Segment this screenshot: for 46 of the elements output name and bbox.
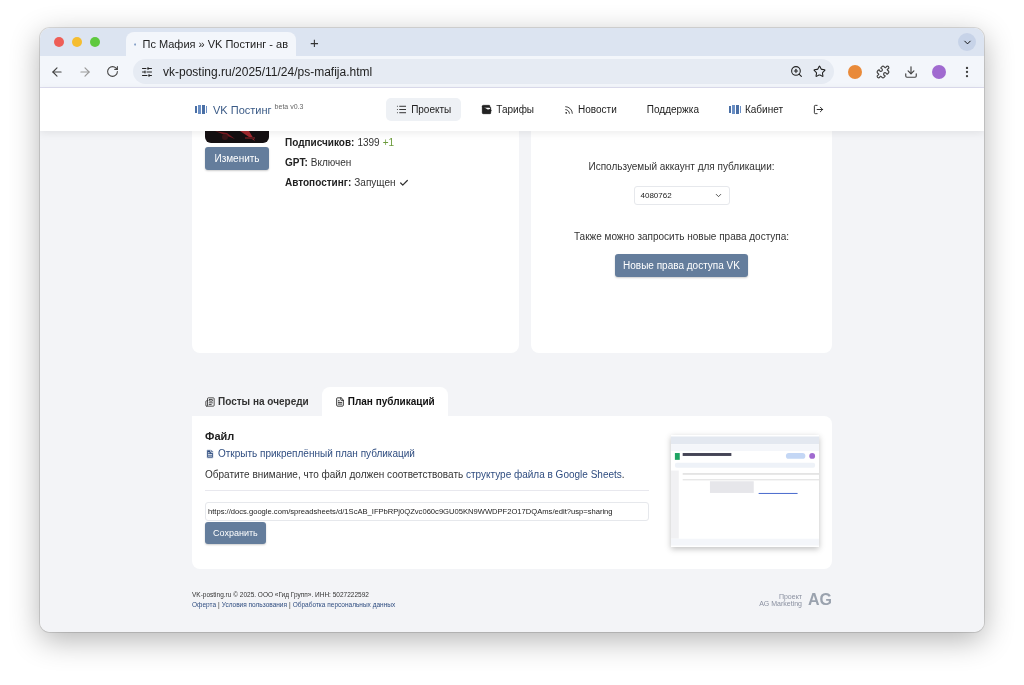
site-settings-icon[interactable] xyxy=(141,65,153,78)
list-icon xyxy=(396,104,408,115)
save-button[interactable]: Сохранить xyxy=(205,522,266,544)
nav-link[interactable]: Новости xyxy=(554,98,627,121)
browser-tab[interactable]: Пс Мафия » VK Постинг - ав xyxy=(126,32,296,56)
file-icon xyxy=(334,396,345,407)
file-heading: Файл xyxy=(205,430,236,442)
tab-search-button[interactable] xyxy=(958,33,976,51)
zoom-icon[interactable] xyxy=(790,65,803,78)
close-window-button[interactable] xyxy=(54,37,64,47)
url-text: vk-posting.ru/2025/11/24/ps-mafija.html xyxy=(163,64,374,79)
file-icon xyxy=(205,448,215,459)
open-plan-link[interactable]: Открыть прикреплённый план публикаций xyxy=(205,448,649,459)
rss-icon xyxy=(564,104,575,115)
brand-link[interactable]: VK Постинг $^{beta v0.3}$ xyxy=(195,103,304,116)
stat-value: Запущен xyxy=(354,177,396,188)
stat-label: Автопостинг: xyxy=(285,177,352,188)
structure-link[interactable]: структуре файла в Google Sheets xyxy=(466,469,622,480)
wallet-icon xyxy=(481,104,493,115)
stat-value: 1399 xyxy=(357,137,380,148)
chevron-down-icon xyxy=(713,191,723,200)
nav-link[interactable]: Кабинет xyxy=(718,98,793,121)
account-select[interactable]: 4080762 xyxy=(633,186,730,205)
newspaper-icon xyxy=(205,396,215,407)
access-label: Также можно запросить новые права доступа: xyxy=(573,231,790,242)
nav-link[interactable]: Проекты xyxy=(386,98,462,121)
stat-label: Подписчиков: xyxy=(285,137,355,148)
download-icon[interactable] xyxy=(904,64,918,79)
logout-icon[interactable] xyxy=(813,104,824,115)
stat-delta: +1 xyxy=(382,137,395,148)
stat-label: GPT: xyxy=(285,157,308,168)
back-icon[interactable] xyxy=(50,64,64,79)
address-bar[interactable]: vk-posting.ru/2025/11/24/ps-mafija.html xyxy=(133,59,834,84)
nav-link[interactable]: Поддержка xyxy=(636,98,709,121)
file-note: Обратите внимание, что файл должен соответствовать структуре файла в Google Sheets. xyxy=(205,469,649,491)
access-button[interactable]: Новые права доступа VK xyxy=(615,254,748,277)
nav-link[interactable]: Тарифы xyxy=(471,98,545,121)
tab[interactable]: План публикаций xyxy=(321,387,448,416)
account-label: Используемый аккаунт для публикации: xyxy=(588,161,775,172)
new-tab-button[interactable]: + xyxy=(310,33,319,51)
profile-avatar[interactable] xyxy=(932,64,946,79)
reload-icon[interactable] xyxy=(106,65,119,78)
extensions-icon[interactable] xyxy=(876,64,890,79)
bookmark-icon[interactable] xyxy=(813,65,826,78)
stat-value: Включен xyxy=(310,157,352,168)
edit-button[interactable]: Изменить xyxy=(205,147,269,170)
